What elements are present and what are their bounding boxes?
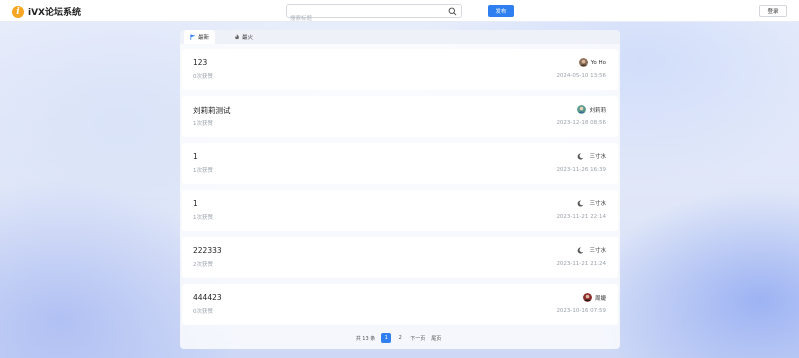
author-name: 三寸水 — [589, 154, 606, 160]
search-icon[interactable] — [448, 7, 457, 16]
tab-bar: 最新 最火 — [180, 30, 620, 44]
post-author[interactable]: 三寸水 — [577, 199, 606, 207]
logo[interactable]: i iVX论坛系统 — [12, 5, 81, 18]
post-likes: 1次获赞 — [193, 121, 213, 127]
post-item[interactable]: 1 1次获赞 三寸水 2023-11-21 22:14 — [182, 190, 618, 231]
avatar — [582, 293, 592, 302]
flag-icon — [190, 34, 196, 40]
top-header: i iVX论坛系统 发布 登录 — [0, 0, 799, 25]
author-name: 刘莉莉 — [589, 107, 606, 114]
post-title[interactable]: 222333 — [193, 246, 222, 255]
post-item[interactable]: 444423 0次获赞 周婕 2023-10-16 07:59 — [182, 284, 618, 325]
post-list-panel: 最新 最火 123 0次获赞 Yo Ho 2024-05-10 13:56 刘莉… — [180, 30, 620, 349]
post-item[interactable]: 刘莉莉测试 1次获赞 刘莉莉 2023-12-18 08:56 — [182, 96, 618, 137]
app-title: iVX论坛系统 — [28, 8, 81, 18]
author-name: Yo Ho — [590, 59, 606, 66]
post-author[interactable]: 周婕 — [582, 293, 606, 302]
post-title[interactable]: 1 — [193, 152, 198, 161]
post-time: 2023-11-21 22:14 — [556, 214, 606, 220]
post-author[interactable]: 刘莉莉 — [577, 105, 606, 114]
post-time: 2023-10-16 07:59 — [556, 308, 606, 314]
post-likes: 1次获赞 — [193, 215, 213, 221]
tab-latest[interactable]: 最新 — [184, 30, 216, 44]
moon-icon — [578, 247, 584, 254]
logo-icon: i — [12, 5, 24, 18]
author-name: 三寸水 — [589, 248, 606, 254]
post-title[interactable]: 刘莉莉测试 — [193, 105, 231, 116]
author-name: 三寸水 — [589, 201, 606, 207]
post-time: 2023-11-26 16:39 — [556, 167, 606, 173]
tab-hottest[interactable]: 最火 — [228, 30, 259, 44]
publish-button[interactable]: 发布 — [488, 5, 514, 17]
post-title[interactable]: 444423 — [193, 293, 222, 302]
search-input[interactable] — [287, 13, 437, 25]
post-item[interactable]: 1 1次获赞 三寸水 2023-11-26 16:39 — [182, 143, 618, 184]
moon-icon — [578, 200, 584, 207]
author-name: 周婕 — [594, 295, 606, 302]
avatar — [577, 105, 587, 114]
post-likes: 0次获赞 — [193, 74, 213, 80]
page-button-1[interactable]: 1 — [381, 333, 392, 343]
avatar — [578, 58, 588, 67]
moon-icon — [578, 153, 584, 160]
last-page-button[interactable]: 尾页 — [431, 335, 441, 342]
tab-hottest-label: 最火 — [242, 35, 254, 41]
post-time: 2023-11-21 21:24 — [556, 261, 606, 267]
pagination-total: 共 13 条 — [355, 335, 376, 342]
post-likes: 2次获赞 — [193, 262, 213, 268]
post-author[interactable]: Yo Ho — [578, 58, 606, 67]
post-title[interactable]: 123 — [193, 58, 207, 67]
next-page-button[interactable]: 下一页 — [410, 335, 425, 342]
post-author[interactable]: 三寸水 — [577, 152, 606, 160]
fire-icon — [235, 34, 239, 40]
page-button-2[interactable]: 2 — [395, 333, 405, 343]
post-item[interactable]: 123 0次获赞 Yo Ho 2024-05-10 13:56 — [182, 49, 618, 90]
post-title[interactable]: 1 — [193, 199, 198, 208]
post-time: 2023-12-18 08:56 — [556, 120, 606, 126]
post-time: 2024-05-10 13:56 — [556, 73, 606, 79]
search-box — [286, 4, 462, 25]
tab-latest-label: 最新 — [198, 35, 210, 41]
post-item[interactable]: 222333 2次获赞 三寸水 2023-11-21 21:24 — [182, 237, 618, 278]
pagination: 共 13 条 1 2 下一页 尾页 — [180, 333, 620, 343]
post-likes: 1次获赞 — [193, 168, 213, 174]
login-button[interactable]: 登录 — [759, 5, 787, 17]
post-author[interactable]: 三寸水 — [577, 246, 606, 254]
post-likes: 0次获赞 — [193, 309, 213, 315]
